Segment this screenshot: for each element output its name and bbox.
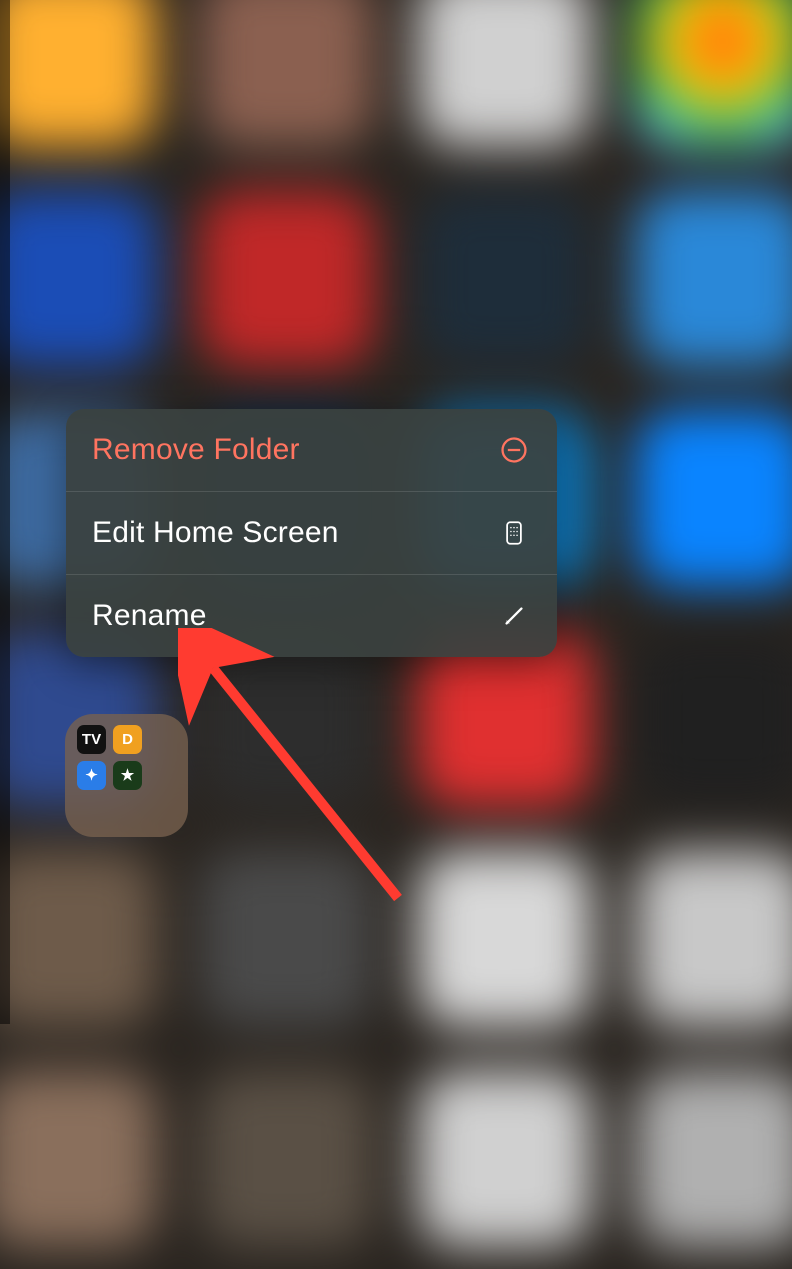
menu-item-label: Edit Home Screen: [92, 516, 339, 550]
folder-app-icon: ★: [113, 761, 142, 790]
folder-app-icon: D: [113, 725, 142, 754]
left-edge-shadow: [0, 0, 10, 1024]
homescreen-icon: [497, 516, 531, 550]
app-folder[interactable]: TV D ✦ ★: [65, 714, 188, 837]
pencil-icon: [497, 599, 531, 633]
minus-circle-icon: [497, 433, 531, 467]
edit-home-screen-menu-item[interactable]: Edit Home Screen: [66, 491, 557, 574]
folder-context-menu: Remove Folder Edit Home Screen: [66, 409, 557, 657]
remove-folder-menu-item[interactable]: Remove Folder: [66, 409, 557, 491]
folder-app-icon: TV: [77, 725, 106, 754]
menu-item-label: Remove Folder: [92, 433, 300, 467]
folder-app-icon: ✦: [77, 761, 106, 790]
rename-menu-item[interactable]: Rename: [66, 574, 557, 657]
menu-item-label: Rename: [92, 599, 207, 633]
